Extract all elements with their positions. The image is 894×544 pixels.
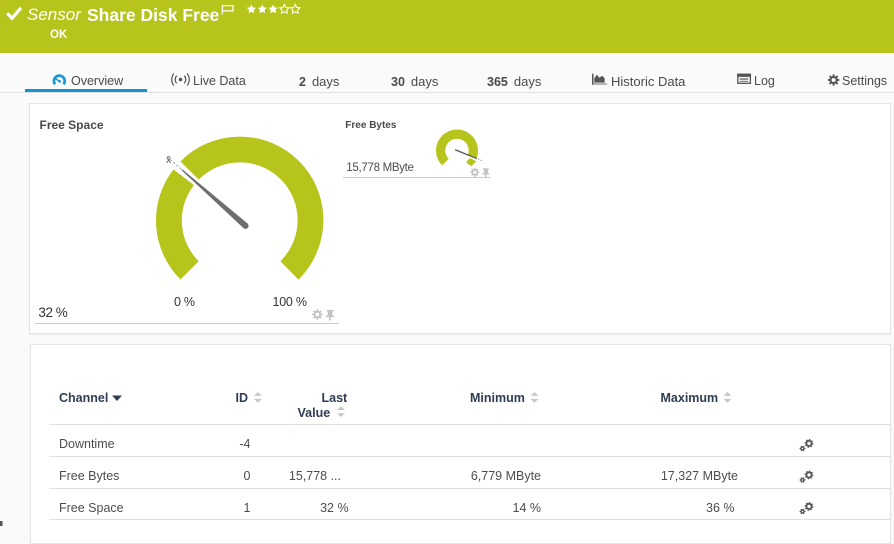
svg-text:x̄: x̄ xyxy=(166,154,172,166)
